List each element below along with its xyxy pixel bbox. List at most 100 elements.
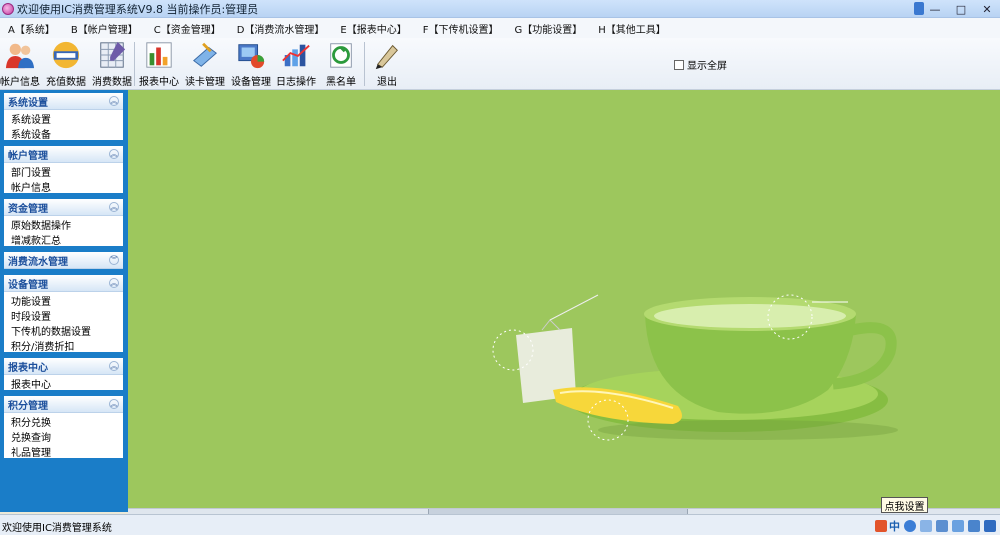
- chevron-up-icon[interactable]: ︽: [109, 202, 119, 212]
- group-account-management: 帐户管理 ︽ 部门设置 帐户信息: [4, 146, 123, 194]
- ime-chinese-label[interactable]: 中: [889, 518, 900, 534]
- sidebar-item-download-data-settings[interactable]: 下传机的数据设置: [4, 322, 123, 338]
- device-management-label: 设备管理: [231, 77, 271, 88]
- consumption-data-button[interactable]: 消费数据: [91, 40, 133, 88]
- keyboard-icon[interactable]: [936, 520, 948, 532]
- exit-pen-icon: [375, 44, 398, 70]
- settings-icon[interactable]: [984, 520, 996, 532]
- exit-label: 退出: [377, 77, 397, 88]
- group-header[interactable]: 积分管理 ︽: [4, 396, 123, 413]
- account-info-button[interactable]: 帐户信息: [0, 40, 40, 88]
- status-bar: 欢迎使用IC消费管理系统 中: [0, 514, 1000, 535]
- group-funds-management: 资金管理 ︽ 原始数据操作 增减款汇总: [4, 199, 123, 247]
- chevron-up-icon[interactable]: ︽: [109, 399, 119, 409]
- group-report-center: 报表中心 ︽ 报表中心: [4, 358, 123, 391]
- card-reader-icon: [193, 42, 217, 67]
- sidebar-item-points-discount[interactable]: 积分/消费折扣: [4, 337, 123, 353]
- sogou-ime-icon[interactable]: [875, 520, 887, 532]
- recharge-data-button[interactable]: 充值数据: [45, 40, 87, 88]
- sidebar-item-gift-management[interactable]: 礼品管理: [4, 443, 123, 459]
- account-info-label: 帐户信息: [0, 77, 40, 88]
- sidebar-item-adjust-summary[interactable]: 增减款汇总: [4, 231, 123, 247]
- group-title: 帐户管理: [8, 150, 48, 162]
- status-text: 欢迎使用IC消费管理系统: [2, 523, 112, 534]
- group-header[interactable]: 报表中心 ︽: [4, 358, 123, 375]
- group-title: 报表中心: [8, 362, 48, 374]
- log-operation-label: 日志操作: [276, 77, 316, 88]
- users-icon: [5, 43, 35, 69]
- user-icon[interactable]: [952, 520, 964, 532]
- wrench-icon[interactable]: [968, 520, 980, 532]
- sidebar-item-time-settings[interactable]: 时段设置: [4, 307, 123, 323]
- sidebar-item-department-settings[interactable]: 部门设置: [4, 163, 123, 179]
- menu-system[interactable]: A【系统】: [0, 21, 63, 36]
- group-header[interactable]: 帐户管理 ︽: [4, 146, 123, 163]
- chevron-up-icon[interactable]: ︽: [109, 96, 119, 106]
- consumption-data-label: 消费数据: [92, 77, 132, 88]
- device-management-button[interactable]: 设备管理: [230, 40, 272, 88]
- group-points-management: 积分管理 ︽ 积分兑换 兑换查询 礼品管理: [4, 396, 123, 459]
- main-workspace: [128, 90, 1000, 508]
- log-operation-button[interactable]: 日志操作: [275, 40, 317, 88]
- report-center-button[interactable]: 报表中心: [138, 40, 180, 88]
- minimize-button[interactable]: —: [922, 0, 948, 18]
- group-title: 消费流水管理: [8, 256, 68, 268]
- exit-button[interactable]: 退出: [367, 40, 407, 88]
- sidebar-item-system-devices[interactable]: 系统设备: [4, 125, 123, 141]
- sidebar: 系统设置 ︽ 系统设置 系统设备 帐户管理 ︽ 部门设置 帐户信息 资金管理 ︽…: [0, 90, 128, 512]
- maximize-button[interactable]: □: [948, 0, 974, 18]
- close-button[interactable]: ✕: [974, 0, 1000, 18]
- group-system-settings: 系统设置 ︽ 系统设置 系统设备: [4, 93, 123, 141]
- group-title: 设备管理: [8, 279, 48, 291]
- punctuation-icon[interactable]: [920, 520, 932, 532]
- menu-function-settings[interactable]: G【功能设置】: [507, 21, 591, 36]
- report-center-label: 报表中心: [139, 77, 179, 88]
- fullscreen-label: 显示全屏: [687, 61, 727, 72]
- sidebar-item-points-exchange[interactable]: 积分兑换: [4, 413, 123, 429]
- blacklist-button[interactable]: 黑名单: [320, 40, 362, 88]
- log-chart-icon: [282, 44, 310, 67]
- bar-chart-icon: [146, 42, 172, 68]
- sidebar-item-system-settings[interactable]: 系统设置: [4, 110, 123, 126]
- group-header[interactable]: 消费流水管理 ︾: [4, 252, 123, 269]
- sidebar-item-raw-data[interactable]: 原始数据操作: [4, 216, 123, 232]
- chevron-down-icon[interactable]: ︾: [109, 255, 119, 265]
- toolbar: 帐户信息 充值数据 消费数据 报表中心 读卡管理 设备管理 日志操作 黑名单 退…: [0, 38, 1000, 90]
- title-bar: 欢迎使用IC消费管理系统V9.8 当前操作员:管理员 — □ ✕: [0, 0, 1000, 18]
- device-icon: [238, 44, 265, 69]
- system-tray: 中: [871, 518, 996, 534]
- blacklist-label: 黑名单: [326, 77, 356, 88]
- group-header[interactable]: 资金管理 ︽: [4, 199, 123, 216]
- toolbar-separator: [134, 42, 135, 86]
- chevron-up-icon[interactable]: ︽: [109, 149, 119, 159]
- recharge-card-icon: [52, 41, 80, 69]
- menu-account[interactable]: B【帐户管理】: [63, 21, 146, 36]
- sidebar-item-exchange-query[interactable]: 兑换查询: [4, 428, 123, 444]
- group-title: 资金管理: [8, 203, 48, 215]
- group-header[interactable]: 设备管理 ︽: [4, 275, 123, 292]
- menu-funds[interactable]: C【资金管理】: [146, 21, 229, 36]
- spreadsheet-icon: [100, 41, 126, 68]
- group-header[interactable]: 系统设置 ︽: [4, 93, 123, 110]
- tea-cup-wallpaper: [492, 294, 898, 441]
- fullscreen-toggle[interactable]: 显示全屏: [674, 57, 727, 72]
- group-consumption-records: 消费流水管理 ︾: [4, 252, 123, 269]
- menu-consumption[interactable]: D【消费流水管理】: [229, 21, 333, 36]
- toolbar-separator: [364, 42, 365, 86]
- card-reader-button[interactable]: 读卡管理: [184, 40, 226, 88]
- settings-tooltip: 点我设置: [881, 497, 928, 513]
- chevron-up-icon[interactable]: ︽: [109, 278, 119, 288]
- card-reader-label: 读卡管理: [185, 77, 225, 88]
- chevron-up-icon[interactable]: ︽: [109, 361, 119, 371]
- app-icon: [2, 2, 14, 15]
- menu-download-machine[interactable]: F【下传机设置】: [415, 21, 507, 36]
- menu-other-tools[interactable]: H【其他工具】: [590, 21, 674, 36]
- sidebar-item-report-center[interactable]: 报表中心: [4, 375, 123, 391]
- group-title: 系统设置: [8, 97, 48, 109]
- sidebar-item-account-info[interactable]: 帐户信息: [4, 178, 123, 194]
- sidebar-item-function-settings[interactable]: 功能设置: [4, 292, 123, 308]
- moon-icon[interactable]: [904, 520, 916, 532]
- window-title: 欢迎使用IC消费管理系统V9.8 当前操作员:管理员: [17, 2, 259, 16]
- fullscreen-checkbox[interactable]: [674, 59, 684, 70]
- menu-reports[interactable]: E【报表中心】: [332, 21, 414, 36]
